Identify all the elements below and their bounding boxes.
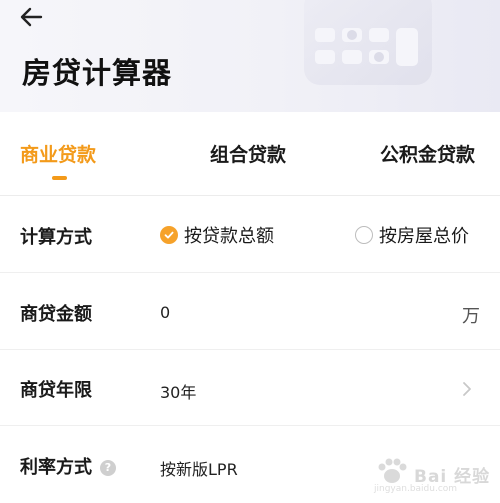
- radio-by-house-price[interactable]: 按房屋总价: [355, 222, 469, 248]
- tab-combined-loan[interactable]: 组合贷款: [210, 140, 286, 167]
- help-icon[interactable]: ?: [100, 460, 116, 476]
- loan-term-label: 商贷年限: [20, 376, 92, 402]
- active-tab-indicator: [52, 176, 67, 180]
- rate-method-value: 按新版LPR: [160, 456, 238, 480]
- loan-amount-unit: 万: [462, 302, 480, 328]
- loan-term-value: 30年: [160, 379, 196, 403]
- empty-circle-icon: [355, 226, 373, 244]
- radio-by-loan-total[interactable]: 按贷款总额: [160, 222, 274, 248]
- page-header: 房贷计算器: [0, 0, 500, 112]
- loan-type-tabs: 商业贷款 组合贷款 公积金贷款: [0, 112, 500, 196]
- paw-logo-icon: [372, 456, 412, 486]
- rate-method-label-text: 利率方式: [20, 457, 92, 478]
- rate-method-label: 利率方式?: [20, 453, 116, 479]
- chevron-right-icon: [460, 380, 474, 398]
- watermark-url: jingyan.baidu.com: [374, 484, 457, 494]
- calc-method-row: 计算方式 按贷款总额 按房屋总价: [0, 197, 500, 273]
- calc-method-label: 计算方式: [20, 223, 92, 249]
- loan-amount-label: 商贷金额: [20, 300, 92, 326]
- arrow-left-icon: [18, 4, 48, 30]
- loan-amount-input[interactable]: 0: [160, 303, 170, 322]
- loan-amount-row[interactable]: 商贷金额 0 万: [0, 274, 500, 350]
- check-circle-icon: [160, 226, 178, 244]
- calculator-illustration-icon: [300, 0, 450, 95]
- tab-commercial-loan[interactable]: 商业贷款: [20, 140, 96, 167]
- tab-provident-fund-loan[interactable]: 公积金贷款: [380, 140, 475, 167]
- baidu-watermark: Bai 经验 jingyan.baidu.com: [372, 454, 492, 494]
- page-title: 房贷计算器: [22, 50, 172, 92]
- back-button[interactable]: [18, 4, 48, 30]
- radio-by-house-price-label: 按房屋总价: [379, 222, 469, 248]
- loan-term-row[interactable]: 商贷年限 30年: [0, 350, 500, 426]
- radio-by-loan-total-label: 按贷款总额: [184, 222, 274, 248]
